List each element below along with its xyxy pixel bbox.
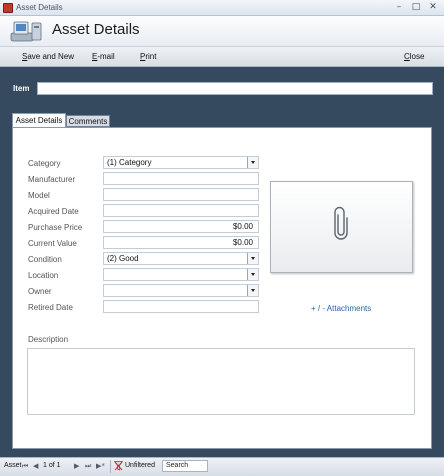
new-record-icon[interactable]: ▶* bbox=[96, 462, 105, 470]
description-label: Description bbox=[28, 335, 69, 344]
chevron-down-icon[interactable] bbox=[247, 285, 258, 296]
description-field[interactable] bbox=[27, 348, 415, 415]
access-app-icon bbox=[3, 3, 13, 13]
manufacturer-label: Manufacturer bbox=[28, 175, 76, 184]
form-header: Asset Details bbox=[0, 16, 444, 46]
previous-record-icon[interactable]: ◀ bbox=[33, 462, 38, 470]
toolbar: Save and New E-mail Print Close bbox=[0, 46, 444, 67]
close-button[interactable]: Close bbox=[404, 52, 424, 61]
acquired-date-label: Acquired Date bbox=[28, 207, 79, 216]
category-dropdown[interactable]: (1) Category bbox=[103, 156, 259, 169]
model-label: Model bbox=[28, 191, 50, 200]
chevron-down-icon[interactable] bbox=[247, 269, 258, 280]
next-record-icon[interactable]: ▶ bbox=[74, 462, 79, 470]
retired-date-field[interactable] bbox=[103, 300, 259, 313]
print-button[interactable]: Print bbox=[140, 52, 156, 61]
chevron-down-icon[interactable] bbox=[247, 253, 258, 264]
current-value-field[interactable]: $0.00 bbox=[103, 236, 259, 249]
save-and-new-button[interactable]: Save and New bbox=[22, 52, 74, 61]
filter-icon bbox=[114, 461, 123, 471]
condition-label: Condition bbox=[28, 255, 62, 264]
window-controls: – □ ✕ bbox=[389, 1, 440, 14]
paperclip-icon bbox=[334, 206, 348, 240]
category-label: Category bbox=[28, 159, 61, 168]
window-title-bar: Asset Details – □ ✕ bbox=[0, 0, 444, 16]
close-icon[interactable]: ✕ bbox=[426, 1, 440, 14]
item-label: Item bbox=[13, 84, 30, 93]
window-title: Asset Details bbox=[16, 3, 63, 12]
retired-date-label: Retired Date bbox=[28, 303, 73, 312]
owner-label: Owner bbox=[28, 287, 52, 296]
attachment-box[interactable] bbox=[270, 181, 413, 273]
page-title: Asset Details bbox=[52, 21, 140, 38]
asset-form-icon bbox=[10, 21, 42, 42]
record-position[interactable]: 1 of 1 bbox=[43, 462, 61, 469]
form-body: Item Asset Details Comments Category (1)… bbox=[0, 67, 444, 457]
email-button[interactable]: E-mail bbox=[92, 52, 115, 61]
manufacturer-field[interactable] bbox=[103, 172, 259, 185]
record-navigation-bar: Asset ⏮ ◀ 1 of 1 ▶ ⏭ ▶* Unfiltered Searc… bbox=[0, 457, 444, 476]
chevron-down-icon[interactable] bbox=[247, 157, 258, 168]
search-input[interactable]: Search bbox=[162, 460, 208, 472]
current-value-label: Current Value bbox=[28, 239, 77, 248]
condition-value: (2) Good bbox=[107, 254, 139, 263]
location-dropdown[interactable] bbox=[103, 268, 259, 281]
filter-status[interactable]: Unfiltered bbox=[125, 462, 155, 469]
purchase-price-field[interactable]: $0.00 bbox=[103, 220, 259, 233]
minimize-icon[interactable]: – bbox=[392, 1, 406, 14]
last-record-icon[interactable]: ⏭ bbox=[85, 462, 91, 471]
category-value: (1) Category bbox=[107, 158, 152, 167]
purchase-price-label: Purchase Price bbox=[28, 223, 83, 232]
owner-dropdown[interactable] bbox=[103, 284, 259, 297]
tab-comments[interactable]: Comments bbox=[66, 115, 110, 127]
asset-details-panel: Category (1) Category Manufacturer Model… bbox=[12, 127, 432, 449]
model-field[interactable] bbox=[103, 188, 259, 201]
record-label: Asset bbox=[4, 462, 22, 469]
location-label: Location bbox=[28, 271, 59, 280]
divider bbox=[110, 460, 111, 473]
tab-asset-details[interactable]: Asset Details bbox=[12, 113, 66, 128]
acquired-date-field[interactable] bbox=[103, 204, 259, 217]
condition-dropdown[interactable]: (2) Good bbox=[103, 252, 259, 265]
first-record-icon[interactable]: ⏮ bbox=[22, 462, 28, 471]
item-input[interactable] bbox=[37, 82, 433, 95]
maximize-icon[interactable]: □ bbox=[409, 1, 423, 14]
attachments-link[interactable]: + / - Attachments bbox=[311, 304, 371, 313]
